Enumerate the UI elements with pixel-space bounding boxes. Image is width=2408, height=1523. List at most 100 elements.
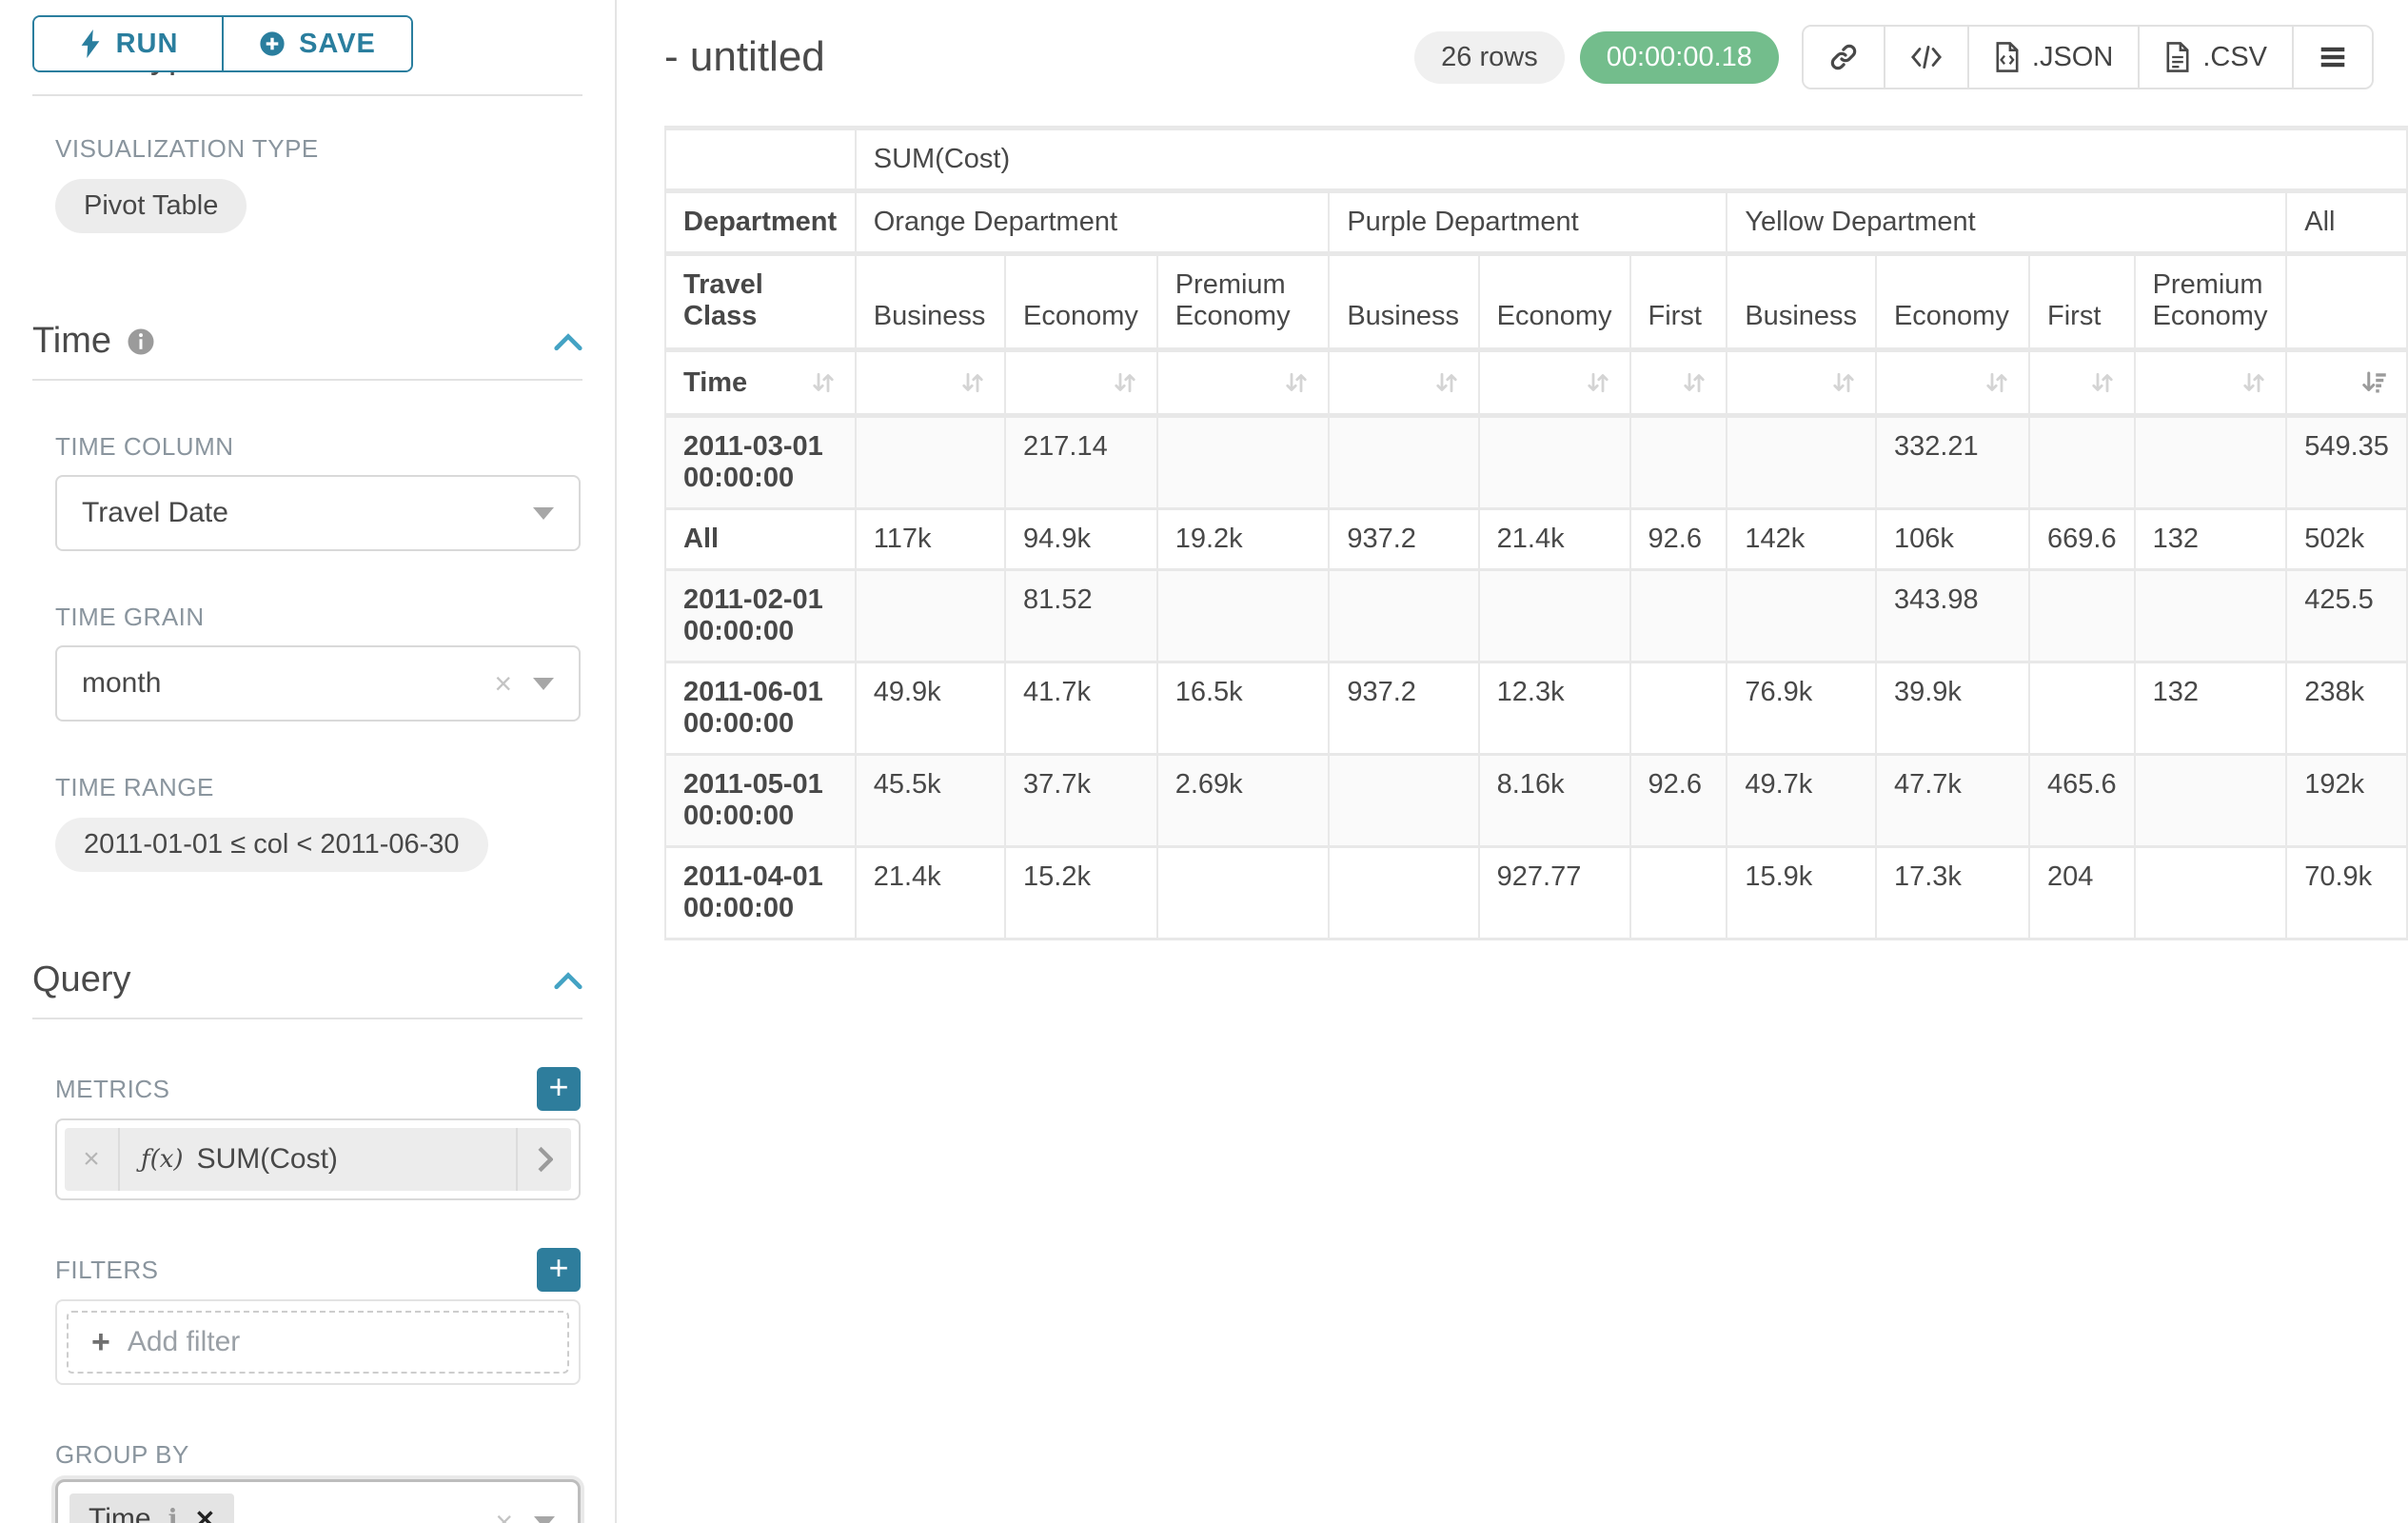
pivot-table-container: SUM(Cost)DepartmentOrange DepartmentPurp…: [664, 126, 2408, 940]
pivot-data-row: All117k94.9k19.2k937.221.4k92.6142k106k6…: [665, 509, 2407, 570]
query-action-bar: RUN SAVE: [0, 0, 615, 72]
time-column-label: TIME COLUMN: [55, 432, 581, 462]
pivot-sort-row: Time: [665, 350, 2407, 416]
sort-desc-icon[interactable]: [2360, 368, 2389, 397]
chart-header: - untitled 26 rows 00:00:00.18 .JSON: [617, 0, 2408, 89]
filters-control: + Add filter: [55, 1299, 581, 1385]
run-button-label: RUN: [116, 29, 179, 60]
pivot-sort-header[interactable]: [1329, 350, 1478, 416]
chevron-down-icon: [533, 507, 554, 520]
export-json-button[interactable]: .JSON: [1967, 27, 2138, 88]
run-button[interactable]: RUN: [34, 17, 222, 70]
pivot-sort-header[interactable]: [1157, 350, 1330, 416]
expand-metric-icon[interactable]: [516, 1128, 571, 1191]
pivot-cell: 217.14: [1005, 416, 1157, 509]
pivot-sort-header[interactable]: [1479, 350, 1630, 416]
sort-icon[interactable]: [958, 368, 987, 397]
pivot-cell: 19.2k: [1157, 509, 1330, 570]
sort-icon[interactable]: [1282, 368, 1311, 397]
remove-metric-icon[interactable]: ×: [65, 1128, 120, 1191]
sort-icon[interactable]: [2240, 368, 2268, 397]
pivot-data-row: 2011-06-01 00:00:0049.9k41.7k16.5k937.21…: [665, 663, 2407, 755]
sort-icon[interactable]: [2088, 368, 2117, 397]
pivot-sort-header[interactable]: [1727, 350, 1876, 416]
group-by-chip[interactable]: Time i ✕: [69, 1493, 234, 1523]
pivot-cell: 17.3k: [1876, 847, 2029, 940]
pivot-row-dimension[interactable]: Time: [665, 350, 856, 416]
clear-icon[interactable]: ×: [494, 668, 512, 699]
sort-icon[interactable]: [1983, 368, 2011, 397]
pivot-cell: [856, 570, 1005, 663]
pivot-group-header: Purple Department: [1329, 191, 1727, 254]
time-section-header[interactable]: Time: [32, 321, 582, 362]
group-by-select[interactable]: Time i ✕ ×: [55, 1479, 581, 1523]
pivot-sort-header[interactable]: [1876, 350, 2029, 416]
time-grain-select[interactable]: month ×: [55, 645, 581, 722]
sort-icon[interactable]: [1829, 368, 1858, 397]
save-button[interactable]: SAVE: [222, 17, 411, 70]
pivot-cell: 332.21: [1876, 416, 2029, 509]
pivot-sort-header[interactable]: [2029, 350, 2135, 416]
pivot-cell: [2135, 755, 2287, 847]
export-json-label: .JSON: [2032, 42, 2113, 73]
pivot-cell: 16.5k: [1157, 663, 1330, 755]
control-panel-sidebar: RUN SAVE Chart Type VISUALIZATION TYPE P…: [0, 0, 617, 1523]
pivot-sort-header[interactable]: [2286, 350, 2407, 416]
add-filter-button[interactable]: +: [537, 1248, 581, 1292]
add-filter-dropzone[interactable]: + Add filter: [67, 1311, 569, 1374]
save-button-label: SAVE: [299, 29, 376, 60]
time-range-pill[interactable]: 2011-01-01 ≤ col < 2011-06-30: [55, 818, 488, 872]
chart-title[interactable]: - untitled: [664, 33, 825, 81]
remove-chip-icon[interactable]: ✕: [194, 1505, 215, 1523]
chevron-down-icon[interactable]: [534, 1516, 555, 1523]
pivot-leaf-header: Business: [856, 254, 1005, 350]
info-icon: [127, 327, 155, 356]
chart-menu-button[interactable]: [2292, 27, 2372, 88]
pivot-sort-header[interactable]: [1630, 350, 1727, 416]
chevron-up-icon[interactable]: [554, 332, 582, 351]
clear-icon[interactable]: ×: [495, 1507, 513, 1523]
pivot-cell: 8.16k: [1479, 755, 1630, 847]
time-column-value: Travel Date: [82, 497, 512, 529]
pivot-cell: 81.52: [1005, 570, 1157, 663]
query-section-header[interactable]: Query: [32, 959, 582, 1000]
pivot-cell: 49.9k: [856, 663, 1005, 755]
short-link-button[interactable]: [1804, 27, 1884, 88]
hamburger-menu-icon: [2319, 45, 2347, 69]
pivot-row-label: 2011-06-01 00:00:00: [665, 663, 856, 755]
pivot-cell: [1329, 755, 1478, 847]
pivot-cell: 76.9k: [1727, 663, 1876, 755]
sort-icon[interactable]: [1432, 368, 1461, 397]
pivot-cell: [1630, 663, 1727, 755]
pivot-leaf-header: [2286, 254, 2407, 350]
pivot-cell: [1157, 416, 1330, 509]
pivot-row-label: All: [665, 509, 856, 570]
add-metric-button[interactable]: +: [537, 1067, 581, 1111]
pivot-cell: [2135, 847, 2287, 940]
time-column-select[interactable]: Travel Date: [55, 475, 581, 551]
pivot-cell: 21.4k: [856, 847, 1005, 940]
pivot-cell: 92.6: [1630, 755, 1727, 847]
row-count-badge: 26 rows: [1414, 31, 1565, 84]
export-csv-button[interactable]: .CSV: [2138, 27, 2292, 88]
pivot-sort-header[interactable]: [856, 350, 1005, 416]
pivot-cell: 117k: [856, 509, 1005, 570]
pivot-data-row: 2011-03-01 00:00:00217.14332.21549.35: [665, 416, 2407, 509]
pivot-leaf-header: Business: [1727, 254, 1876, 350]
sort-icon[interactable]: [1680, 368, 1708, 397]
pivot-leaf-row: Travel ClassBusinessEconomyPremium Econo…: [665, 254, 2407, 350]
sort-icon[interactable]: [809, 368, 838, 397]
sort-icon[interactable]: [1584, 368, 1612, 397]
chevron-up-icon[interactable]: [554, 971, 582, 990]
pivot-cell: [1329, 416, 1478, 509]
pivot-sort-header[interactable]: [1005, 350, 1157, 416]
visualization-type-pill[interactable]: Pivot Table: [55, 179, 247, 233]
pivot-sort-header[interactable]: [2135, 350, 2287, 416]
pivot-col-dimension: Department: [665, 191, 856, 254]
pivot-cell: [2029, 663, 2135, 755]
embed-code-button[interactable]: [1884, 27, 1967, 88]
metric-chip[interactable]: × ƒ(x) SUM(Cost): [65, 1128, 571, 1191]
pivot-cell: 47.7k: [1876, 755, 2029, 847]
sort-icon[interactable]: [1111, 368, 1139, 397]
pivot-cell: [1157, 570, 1330, 663]
